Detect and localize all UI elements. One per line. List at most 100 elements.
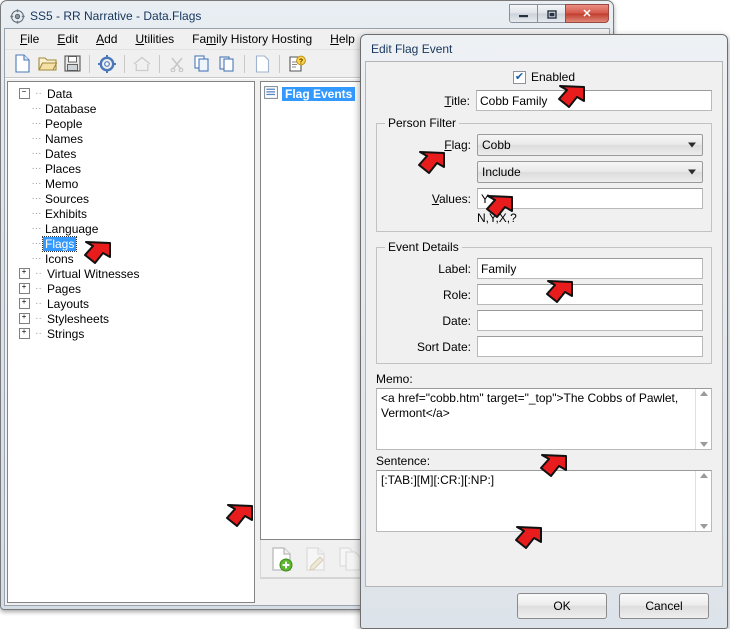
tree-item-places[interactable]: ··· Places [30, 161, 254, 176]
tree-item-label: Virtual Witnesses [45, 267, 141, 281]
scroll-down-icon[interactable] [700, 442, 708, 447]
memo-textarea[interactable]: <a href="cobb.htm" target="_top">The Cob… [376, 388, 712, 450]
tree-item-icons[interactable]: ··· Icons [30, 251, 254, 266]
chevron-down-icon [688, 143, 696, 148]
minimize-button[interactable] [509, 4, 538, 23]
tree-item-label: Places [43, 162, 83, 176]
flag-label: Flag: [385, 138, 477, 152]
save-icon[interactable] [60, 52, 84, 75]
memo-value: <a href="cobb.htm" target="_top">The Cob… [377, 389, 695, 449]
menu-edit[interactable]: Edit [48, 30, 87, 48]
menu-utilities[interactable]: Utilities [126, 30, 183, 48]
sentence-textarea[interactable]: [:TAB:][M][:CR:][:NP:] [376, 470, 712, 532]
list-item-label: Flag Events [282, 87, 355, 101]
navigation-tree[interactable]: − ·· Data ··· Database ··· People ··· [7, 81, 255, 603]
title-input[interactable]: Cobb Family [476, 90, 712, 111]
tree-item-flags[interactable]: ··· Flags [30, 236, 254, 251]
tree-dots: ·· [32, 86, 45, 101]
expand-plus-icon[interactable]: + [16, 281, 32, 296]
event-details-legend: Event Details [385, 240, 462, 254]
scroll-down-icon[interactable] [700, 524, 708, 529]
label-input[interactable]: Family [477, 258, 703, 279]
scroll-up-icon[interactable] [700, 473, 708, 478]
tree-item-label-selected: Flags [43, 237, 76, 251]
tree-dots: ··· [30, 131, 43, 146]
tree-item-layouts[interactable]: + ·· Layouts [16, 296, 254, 311]
tree-dots: ·· [32, 296, 45, 311]
menu-help[interactable]: Help [321, 30, 364, 48]
tree-item-data[interactable]: − ·· Data [16, 86, 254, 101]
new-icon[interactable] [10, 52, 34, 75]
expand-plus-icon[interactable]: + [16, 266, 32, 281]
maximize-restore-button[interactable] [537, 4, 566, 23]
toolbar-separator [279, 55, 280, 73]
settings-gear-icon[interactable] [95, 52, 119, 75]
copy-icon[interactable] [190, 52, 214, 75]
tree-item-memo[interactable]: ··· Memo [30, 176, 254, 191]
date-label: Date: [385, 314, 477, 328]
event-details-group: Event Details Label: Family Role: Date: [376, 240, 712, 364]
sort-date-row: Sort Date: [385, 336, 703, 357]
menu-add[interactable]: Add [87, 30, 126, 48]
paste-icon[interactable] [215, 52, 239, 75]
tree-item-language[interactable]: ··· Language [30, 221, 254, 236]
check-icon: ✔ [515, 73, 524, 82]
ok-button[interactable]: OK [517, 593, 607, 619]
tree-item-people[interactable]: ··· People [30, 116, 254, 131]
tree-item-names[interactable]: ··· Names [30, 131, 254, 146]
date-input[interactable] [477, 310, 703, 331]
filter-mode-combo[interactable]: Include [477, 161, 703, 183]
sentence-scrollbar[interactable] [695, 471, 711, 531]
person-filter-group: Person Filter Flag: Cobb Include Values: [376, 116, 712, 232]
tree-dots: ··· [30, 161, 43, 176]
menu-file[interactable]: File [11, 30, 48, 48]
tree-item-virtual-witnesses[interactable]: + ·· Virtual Witnesses [16, 266, 254, 281]
expand-plus-icon[interactable]: + [16, 326, 32, 341]
dialog-titlebar[interactable]: Edit Flag Event [364, 38, 724, 59]
scroll-up-icon[interactable] [700, 391, 708, 396]
cancel-button[interactable]: Cancel [619, 593, 709, 619]
tree-item-exhibits[interactable]: ··· Exhibits [30, 206, 254, 221]
tree-dots: ··· [30, 251, 43, 266]
memo-scrollbar[interactable] [695, 389, 711, 449]
edit-item-button [301, 544, 331, 574]
label-row: Label: Family [385, 258, 703, 279]
role-input[interactable] [477, 284, 703, 305]
add-item-button[interactable] [267, 544, 297, 574]
help-icon[interactable]: ? [285, 52, 309, 75]
blank-page-icon[interactable] [250, 52, 274, 75]
close-button[interactable]: ✕ [565, 4, 609, 23]
enabled-row[interactable]: ✔ Enabled [376, 70, 712, 84]
tree-item-strings[interactable]: + ·· Strings [16, 326, 254, 341]
mode-row: Include [385, 161, 703, 183]
label-value: Family [481, 262, 516, 276]
values-input[interactable]: Y [477, 188, 703, 209]
open-folder-icon[interactable] [35, 52, 59, 75]
svg-text:?: ? [299, 58, 303, 65]
flag-combo-value: Cobb [482, 138, 511, 152]
tree-item-dates[interactable]: ··· Dates [30, 146, 254, 161]
toolbar-separator [244, 55, 245, 73]
sort-date-input[interactable] [477, 336, 703, 357]
tree-item-sources[interactable]: ··· Sources [30, 191, 254, 206]
tree-item-stylesheets[interactable]: + ·· Stylesheets [16, 311, 254, 326]
tree-item-label: Dates [43, 147, 78, 161]
flag-row: Flag: Cobb [385, 134, 703, 156]
collapse-minus-icon[interactable]: − [16, 86, 32, 101]
expand-plus-icon[interactable]: + [16, 311, 32, 326]
tree-item-pages[interactable]: + ·· Pages [16, 281, 254, 296]
tree-dots: ·· [32, 326, 45, 341]
tree-item-database[interactable]: ··· Database [30, 101, 254, 116]
expand-plus-icon[interactable]: + [16, 296, 32, 311]
tree-item-label: Layouts [45, 297, 91, 311]
title-row: Title: Cobb Family [376, 90, 712, 111]
menu-family-history-hosting[interactable]: Family History Hosting [183, 30, 321, 48]
tree-item-label: Memo [43, 177, 80, 191]
enabled-checkbox[interactable]: ✔ [513, 71, 526, 84]
flag-combo[interactable]: Cobb [477, 134, 703, 156]
toolbar-separator [159, 55, 160, 73]
dialog-footer: OK Cancel [365, 590, 723, 622]
tree-dots: ·· [32, 311, 45, 326]
tree-item-label: Data [45, 87, 74, 101]
main-titlebar[interactable]: SS5 - RR Narrative - Data.Flags ✕ [4, 4, 610, 28]
